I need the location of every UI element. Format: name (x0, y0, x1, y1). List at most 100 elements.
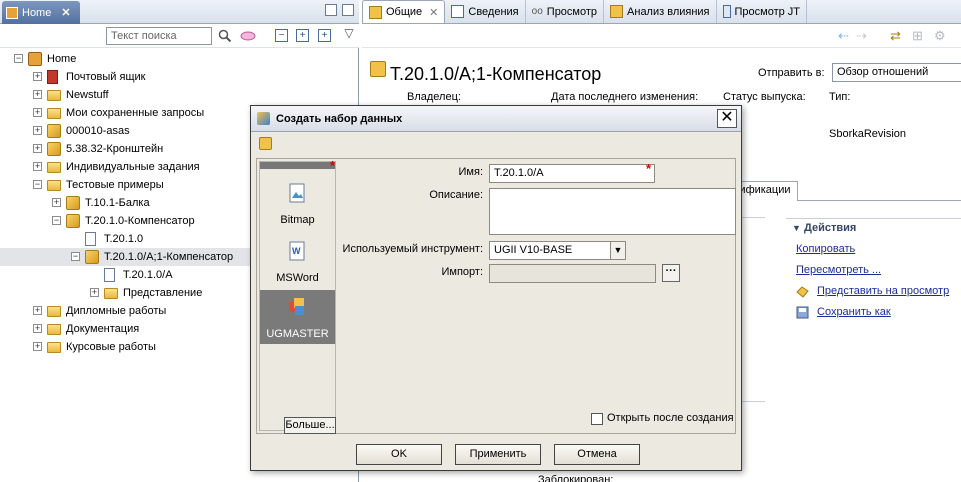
forward-icon[interactable]: ⇢ (856, 28, 867, 44)
send-to-icon[interactable]: ⇄ (890, 28, 901, 44)
dialog-app-icon (257, 112, 270, 125)
expand-icon[interactable]: + (33, 324, 42, 333)
type-value: SborkaRevision (829, 128, 907, 140)
expand-icon[interactable]: + (33, 144, 42, 153)
collapse-icon[interactable]: − (52, 216, 61, 225)
cancel-button[interactable]: Отмена (554, 444, 640, 465)
editor-toolbar: ⇠ ⇢ ⇄ ⊞ ⚙ (362, 24, 961, 48)
required-marker: * (646, 161, 652, 176)
ok-button[interactable]: OK (356, 444, 442, 465)
send-to-select[interactable]: Обзор отношений (832, 63, 961, 82)
home-icon (6, 6, 18, 19)
tool-ugmaster[interactable]: UGMASTER (260, 290, 335, 344)
tool-list-header (260, 162, 335, 169)
open-after-checkbox[interactable] (591, 413, 603, 425)
save-as-link[interactable]: Сохранить как (817, 306, 891, 318)
release-status-label: Статус выпуска: (723, 91, 806, 103)
close-icon[interactable]: ✕ (429, 6, 438, 19)
tab-impact-analysis[interactable]: Анализ влияния (604, 0, 717, 23)
expand-icon[interactable]: + (33, 108, 42, 117)
submit-review-link[interactable]: Представить на просмотр (817, 285, 949, 297)
collapse-icon[interactable]: − (14, 54, 23, 63)
tab-label: Просмотр (546, 5, 598, 18)
actions-header[interactable]: ▼ Действия (786, 218, 961, 238)
tool-label: MSWord (276, 272, 319, 284)
dialog-titlebar[interactable]: Создать набор данных (251, 106, 741, 132)
tool-select[interactable]: UGII V10-BASE ▼ (489, 241, 626, 260)
tree-item-label: 5.38.32-Кронштейн (66, 143, 164, 155)
search-icon[interactable] (218, 29, 232, 43)
dialog-content: * Bitmap W MSWord UGMASTER Больше... Имя… (256, 158, 736, 434)
eraser-icon[interactable] (240, 29, 256, 43)
tree-item-label: T.10.1-Балка (85, 197, 150, 209)
jt-icon (722, 5, 731, 18)
name-field[interactable]: T.20.1.0/A (489, 164, 655, 183)
folder-icon (47, 180, 61, 191)
browse-button[interactable]: ··· (662, 264, 680, 282)
folder-icon (47, 342, 61, 353)
ugmaster-icon (286, 296, 308, 318)
actions-title: Действия (803, 222, 857, 234)
back-icon[interactable]: ⇠ (838, 28, 849, 44)
collapse-all-icon[interactable]: − (275, 29, 288, 42)
expand-icon[interactable]: + (90, 288, 99, 297)
copy-link[interactable]: Копировать (796, 243, 855, 255)
tree-item[interactable]: + Почтовый ящик (0, 68, 359, 86)
collapse-icon[interactable]: − (71, 252, 80, 261)
description-field[interactable] (489, 188, 736, 235)
home-tab[interactable]: Home ✕ (2, 1, 80, 24)
expand-icon[interactable]: + (33, 126, 42, 135)
revise-link[interactable]: Пересмотреть ... (796, 264, 881, 276)
tab-general[interactable]: Общие ✕ (362, 0, 446, 23)
expand-icon[interactable]: + (33, 162, 42, 171)
maximize-icon[interactable] (342, 4, 354, 16)
collapse-icon[interactable]: − (33, 180, 42, 189)
import-field[interactable] (489, 264, 656, 283)
section-divider (738, 401, 765, 402)
name-label: Имя: (458, 166, 483, 178)
expand-icon[interactable]: + (33, 72, 42, 81)
minimize-icon[interactable] (325, 4, 337, 16)
tool-msword[interactable]: W MSWord (260, 234, 335, 288)
folder-icon (47, 108, 61, 119)
chevron-down-icon[interactable]: ▼ (610, 242, 625, 259)
tree-item[interactable]: + Newstuff (0, 86, 359, 104)
close-icon[interactable]: ✕ (717, 109, 737, 128)
expand-icon[interactable]: + (33, 90, 42, 99)
tab-label: Сведения (468, 5, 519, 18)
tab-label: Анализ влияния (627, 5, 710, 18)
tree-item-label: T.20.1.0/A;1-Компенсатор (104, 251, 234, 263)
tab-viewer[interactable]: oo Просмотр (526, 0, 605, 23)
bitmap-icon (286, 182, 308, 204)
expand-icon[interactable]: + (52, 198, 61, 207)
folder-icon (47, 90, 61, 101)
wizard-icon[interactable] (259, 137, 272, 150)
search-input[interactable]: Текст поиска (106, 27, 212, 45)
last-modified-label: Дата последнего изменения: (551, 91, 699, 103)
tree-item-label: Тестовые примеры (66, 179, 164, 191)
tool-label: Bitmap (280, 214, 315, 226)
tab-jt-viewer[interactable]: Просмотр JT (717, 0, 808, 23)
properties-icon[interactable]: ⚙ (934, 28, 946, 44)
submit-review-icon (796, 285, 809, 298)
tree-item-label: Дипломные работы (66, 305, 167, 317)
tree-item-label: T.20.1.0/A (123, 269, 173, 281)
more-button[interactable]: Больше... (284, 417, 336, 434)
tool-bitmap[interactable]: Bitmap (260, 176, 335, 230)
tree-item[interactable]: − Home (0, 50, 359, 68)
close-icon[interactable]: ✕ (61, 6, 70, 19)
tool-label: Используемый инструмент: (342, 243, 483, 255)
open-after-label: Открыть после создания (607, 412, 734, 424)
document-icon (85, 232, 96, 246)
dialog-title: Создать набор данных (276, 112, 403, 125)
apply-button[interactable]: Применить (455, 444, 541, 465)
tab-details[interactable]: Сведения (445, 0, 526, 23)
view-menu-icon[interactable]: ▽ (342, 26, 356, 40)
tree-item-label: Newstuff (66, 89, 109, 101)
expand-icon[interactable]: + (33, 306, 42, 315)
expand-all-icon[interactable]: + (296, 29, 309, 42)
expand-icon[interactable]: + (318, 29, 331, 42)
locked-label: Заблокирован: (538, 474, 614, 482)
expand-icon[interactable]: + (33, 342, 42, 351)
layout-icon[interactable]: ⊞ (912, 28, 923, 44)
